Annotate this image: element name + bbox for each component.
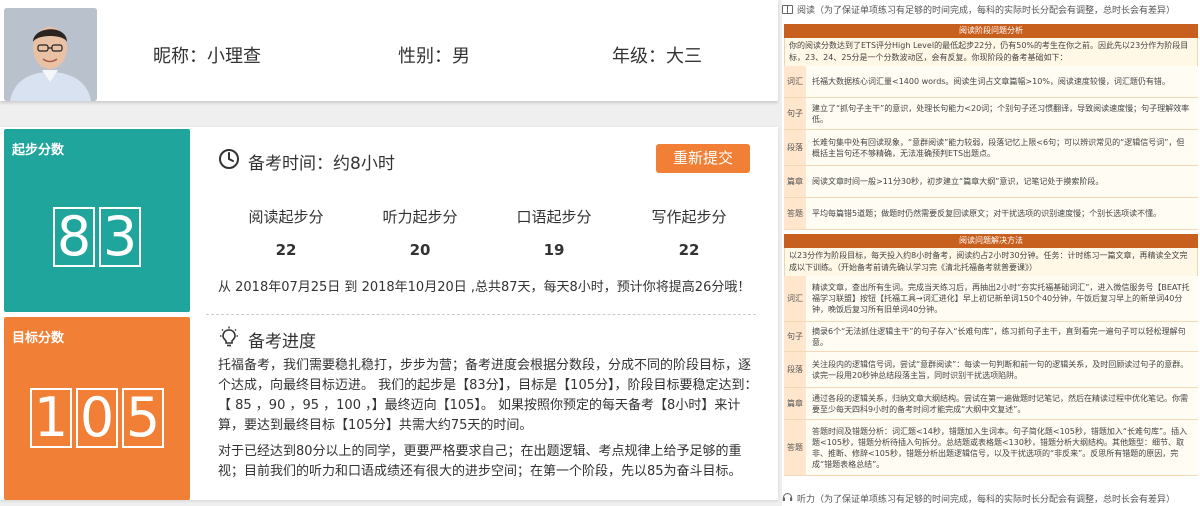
grade: 年级：大三 xyxy=(612,46,702,67)
listening-note-text: 听力（为了保证单项练习有足够的时间完成，每科的实际时长分配会有调整，总时长会有差… xyxy=(797,495,1176,505)
start-score-digits: 8 3 xyxy=(4,207,190,267)
skill-value: 20 xyxy=(409,241,431,259)
analysis-row: 答题 平均每篇错5道题；做题时仍然需要反复回读原文；对干扰选项的识别速度慢；个别… xyxy=(784,198,1198,230)
lightbulb-icon xyxy=(218,326,240,353)
row-text: 建立了“抓句子主干”的意识，处理长句能力<20词；个别句子还习惯翻译，导致阅读速… xyxy=(806,98,1198,129)
row-text: 摘录6个“无法抓住逻辑主干”的句子存入“长难句库”，练习抓句子主干，直到看完一遍… xyxy=(806,322,1198,351)
gender: 性别：男 xyxy=(398,46,470,67)
row-label: 段落 xyxy=(784,130,806,165)
book-icon xyxy=(782,5,793,14)
solution-row: 段落 关注段内的逻辑信号词，尝试“意群阅读”：每读一句判断和前一句的逻辑关系，及… xyxy=(784,352,1198,388)
analysis-title: 阅读阶段问题分析 xyxy=(784,24,1198,38)
row-label: 句子 xyxy=(784,98,806,129)
reading-note: 阅读（为了保证单项练习有足够的时间完成，每科的实际时长分配会有调整，总时长会有差… xyxy=(782,3,1175,16)
row-text: 答题时间及错题分析：词汇题<14秒，错题加入生词本。句子简化题<105秒，错题加… xyxy=(806,420,1198,475)
nickname: 昵称：小理查 xyxy=(153,46,261,67)
target-score-digit: 1 xyxy=(30,388,72,448)
plan-paragraph: 托福备考，我们需要稳扎稳打，步步为营；备考进度会根据分数段，分成不同的阶段目标，… xyxy=(218,358,758,433)
start-score-box: 起步分数 8 3 xyxy=(4,129,190,312)
start-score-title: 起步分数 xyxy=(12,143,65,158)
start-score-digit: 3 xyxy=(99,207,141,267)
row-label: 词汇 xyxy=(784,66,806,97)
analysis-row: 句子 建立了“抓句子主干”的意识，处理长句能力<20词；个别句子还习惯翻译，导致… xyxy=(784,98,1198,130)
solution-row: 词汇 精读文章，查出所有生词。完成当天练习后，再抽出2小时“夯实托福基础词汇”，… xyxy=(784,276,1198,322)
resubmit-button[interactable]: 重新提交 xyxy=(656,144,750,173)
progress-heading: 备考进度 xyxy=(218,326,316,353)
solution-intro: 以23分作为阶段目标，每天投入约8小时备考，阅读约占2小时30分钟。任务：计时练… xyxy=(784,248,1198,276)
progress-title: 备考进度 xyxy=(248,332,316,352)
clock-icon xyxy=(218,148,240,175)
avatar xyxy=(4,8,97,101)
start-score-digit: 8 xyxy=(53,207,95,267)
target-score-digits: 1 0 5 xyxy=(4,388,190,448)
skill-listening: 听力起步分 20 xyxy=(360,206,480,259)
row-label: 词汇 xyxy=(784,276,806,321)
row-text: 阅读文章时间一般>11分30秒，初步建立“篇章大纲”意识，记笔记处于摸索阶段。 xyxy=(806,166,1198,197)
headphones-icon xyxy=(782,492,793,505)
skill-speaking: 口语起步分 19 xyxy=(494,206,614,259)
divider xyxy=(206,314,756,315)
plan-paragraph: 对于已经达到80分以上的同学，更要严格要求自己；在出题逻辑、考点规律上给予足够的… xyxy=(218,444,742,479)
row-label: 段落 xyxy=(784,352,806,387)
row-text: 平均每篇错5道题；做题时仍然需要反复回读原文；对干扰选项的识别速度慢；个别长选项… xyxy=(806,198,1198,229)
row-text: 通过各段的逻辑关系，归纳文章大纲结构。尝试在第一遍做题时记笔记，然后在精读过程中… xyxy=(806,388,1198,419)
target-score-title: 目标分数 xyxy=(12,331,65,346)
row-label: 句子 xyxy=(784,322,806,351)
listening-note: 听力（为了保证单项练习有足够的时间完成，每科的实际时长分配会有调整，总时长会有差… xyxy=(782,492,1175,505)
row-label: 篇章 xyxy=(784,166,806,197)
skill-label: 写作起步分 xyxy=(651,208,727,226)
row-text: 托福大数据核心词汇量<1400 words。阅读生词占文章篇幅>10%，阅读速度… xyxy=(806,66,1198,97)
analysis-intro: 你的阅读分数达到了ETS评分High Level的最低起步22分，仍有50%的考… xyxy=(784,38,1198,66)
row-text: 关注段内的逻辑信号词，尝试“意群阅读”：每读一句判断和前一句的逻辑关系，及时回顾… xyxy=(806,352,1198,387)
summary-line: 从 2018年07月25日 到 2018年10月20日 ,总共87天，每天8小时… xyxy=(218,280,751,295)
skill-value: 22 xyxy=(275,241,297,259)
target-score-box: 目标分数 1 0 5 xyxy=(4,317,190,500)
plan-text: 托福备考，我们需要稳扎稳打，步步为营；备考进度会根据分数段，分成不同的阶段目标，… xyxy=(218,356,758,482)
row-label: 答题 xyxy=(784,198,806,229)
skill-value: 19 xyxy=(543,241,565,259)
skill-reading: 阅读起步分 22 xyxy=(226,206,346,259)
skill-writing: 写作起步分 22 xyxy=(629,206,749,259)
analysis-row: 篇章 阅读文章时间一般>11分30秒，初步建立“篇章大纲”意识，记笔记处于摸索阶… xyxy=(784,166,1198,198)
prep-time-label: 备考时间：约8小时 xyxy=(248,154,395,174)
skill-label: 听力起步分 xyxy=(382,208,458,226)
skill-value: 22 xyxy=(678,241,700,259)
row-text: 长难句集中处有回读现象，“意群阅读”能力较弱，段落记忆上限<6句；可以辨识常见的… xyxy=(806,130,1198,165)
row-text: 精读文章，查出所有生词。完成当天练习后，再抽出2小时“夯实托福基础词汇”，进入微… xyxy=(806,276,1198,321)
profile-card: 昵称：小理查 性别：男 年级：大三 xyxy=(0,0,778,101)
target-score-digit: 0 xyxy=(76,388,118,448)
reading-plan-column: 阅读（为了保证单项练习有足够的时间完成，每科的实际时长分配会有调整，总时长会有差… xyxy=(782,0,1200,506)
analysis-row: 段落 长难句集中处有回读现象，“意群阅读”能力较弱，段落记忆上限<6句；可以辨识… xyxy=(784,130,1198,166)
row-label: 答题 xyxy=(784,420,806,475)
solution-row: 句子 摘录6个“无法抓住逻辑主干”的句子存入“长难句库”，练习抓句子主干，直到看… xyxy=(784,322,1198,352)
prep-time-heading: 备考时间：约8小时 xyxy=(218,148,395,175)
target-score-digit: 5 xyxy=(122,388,164,448)
reading-note-text: 阅读（为了保证单项练习有足够的时间完成，每科的实际时长分配会有调整，总时长会有差… xyxy=(797,6,1176,16)
solution-row: 答题 答题时间及错题分析：词汇题<14秒，错题加入生词本。句子简化题<105秒，… xyxy=(784,420,1198,476)
row-label: 篇章 xyxy=(784,388,806,419)
solution-title: 阅读问题解决方法 xyxy=(784,234,1198,248)
skill-label: 阅读起步分 xyxy=(248,208,324,226)
skill-label: 口语起步分 xyxy=(516,208,592,226)
solution-row: 篇章 通过各段的逻辑关系，归纳文章大纲结构。尝试在第一遍做题时记笔记，然后在精读… xyxy=(784,388,1198,420)
analysis-row: 词汇 托福大数据核心词汇量<1400 words。阅读生词占文章篇幅>10%，阅… xyxy=(784,66,1198,98)
